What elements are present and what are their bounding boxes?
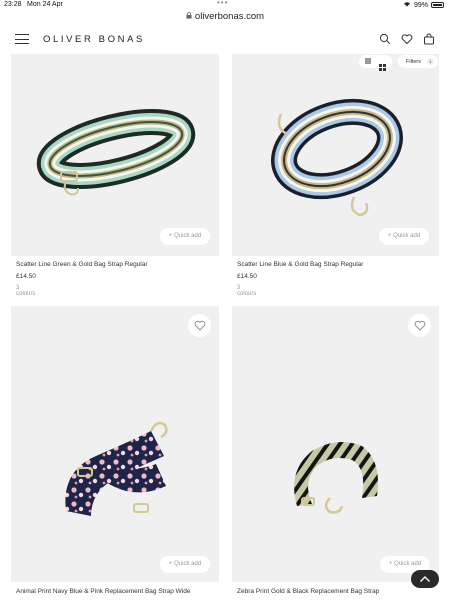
product-price: £14.50 [237, 273, 257, 280]
lock-icon [186, 12, 192, 21]
product-name[interactable]: Animal Print Navy Blue & Pink Replacemen… [16, 588, 191, 595]
product-image[interactable]: + Quick add [11, 306, 219, 582]
status-bar: 23:28 Mon 24 Apr ••• 99% [0, 0, 450, 11]
menu-icon[interactable] [15, 34, 29, 44]
scroll-to-top-button[interactable] [411, 570, 439, 588]
status-right: 99% [403, 1, 444, 9]
product-price: £14.50 [16, 273, 36, 280]
product-name[interactable]: Scatter Line Blue & Gold Bag Strap Regul… [237, 261, 363, 268]
filters-label: Filters [406, 58, 421, 65]
wishlist-button[interactable] [188, 314, 211, 337]
strap-illustration [294, 442, 378, 514]
view-toggle[interactable] [359, 55, 392, 71]
multitasking-dots[interactable]: ••• [217, 0, 228, 7]
single-column-view-icon[interactable] [365, 58, 371, 64]
product-colours[interactable]: 3 colours [16, 285, 35, 297]
grid-view-icon[interactable] [379, 58, 386, 71]
status-time: 23:28 [4, 1, 22, 8]
filters-count-badge: 1 [426, 58, 434, 65]
wifi-icon [403, 1, 411, 9]
strap-illustration [65, 421, 168, 516]
product-name[interactable]: Scatter Line Green & Gold Bag Strap Regu… [16, 261, 148, 268]
brand-logo[interactable]: OLIVER BONAS [43, 34, 145, 45]
strap-illustration [36, 109, 196, 196]
product-image[interactable]: + Quick add [232, 54, 439, 256]
wishlist-button[interactable] [408, 314, 431, 337]
chevron-up-icon [420, 576, 430, 582]
site-header: OLIVER BONAS [0, 26, 450, 54]
quick-add-button[interactable]: + Quick add [160, 556, 211, 573]
heart-icon[interactable] [401, 33, 413, 45]
quick-add-button[interactable]: + Quick add [379, 228, 430, 245]
product-image[interactable]: + Quick add [232, 306, 439, 582]
product-name[interactable]: Zebra Print Gold & Black Replacement Bag… [237, 588, 379, 595]
heart-icon [194, 320, 205, 331]
product-image[interactable]: + Quick add [11, 54, 219, 256]
bag-icon[interactable] [423, 33, 435, 45]
quick-add-button[interactable]: + Quick add [160, 228, 211, 245]
strap-illustration [271, 98, 403, 217]
product-colours[interactable]: 3 colours [237, 285, 256, 297]
address-bar[interactable]: oliverbonas.com [0, 11, 450, 25]
url-text: oliverbonas.com [194, 11, 265, 22]
battery-percent: 99% [413, 1, 428, 9]
heart-icon [414, 320, 425, 331]
battery-icon [431, 2, 444, 8]
search-icon[interactable] [379, 33, 391, 45]
status-date: Mon 24 Apr [27, 1, 63, 8]
filters-button[interactable]: Filters 1 [398, 55, 438, 68]
